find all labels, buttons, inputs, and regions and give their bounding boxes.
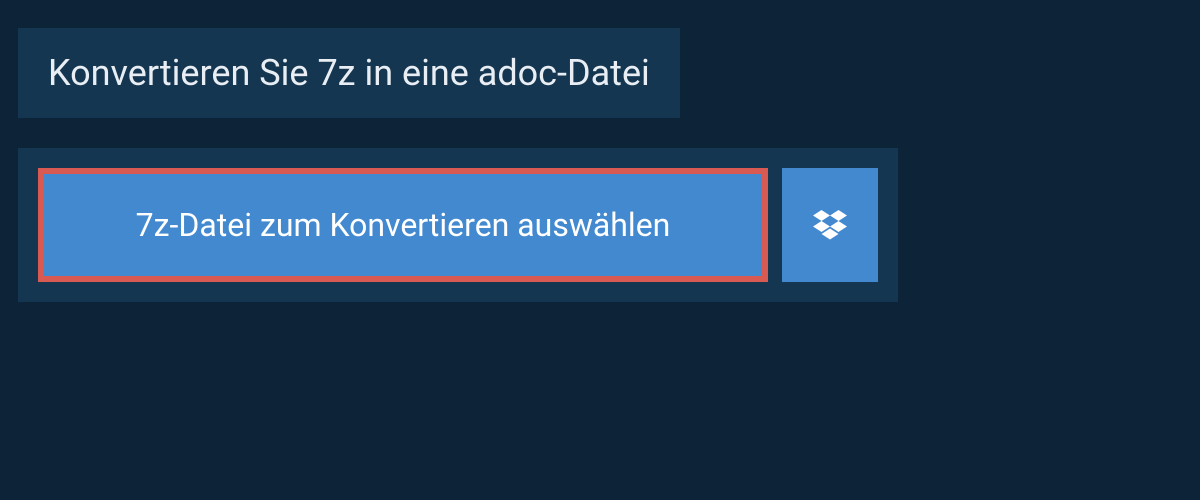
dropbox-icon	[813, 210, 847, 240]
file-select-panel: 7z-Datei zum Konvertieren auswählen	[18, 148, 898, 302]
dropbox-button[interactable]	[782, 168, 878, 282]
select-file-label: 7z-Datei zum Konvertieren auswählen	[136, 206, 671, 244]
page-title: Konvertieren Sie 7z in eine adoc-Datei	[48, 52, 650, 94]
select-file-button[interactable]: 7z-Datei zum Konvertieren auswählen	[38, 168, 768, 282]
header-bar: Konvertieren Sie 7z in eine adoc-Datei	[18, 28, 680, 118]
